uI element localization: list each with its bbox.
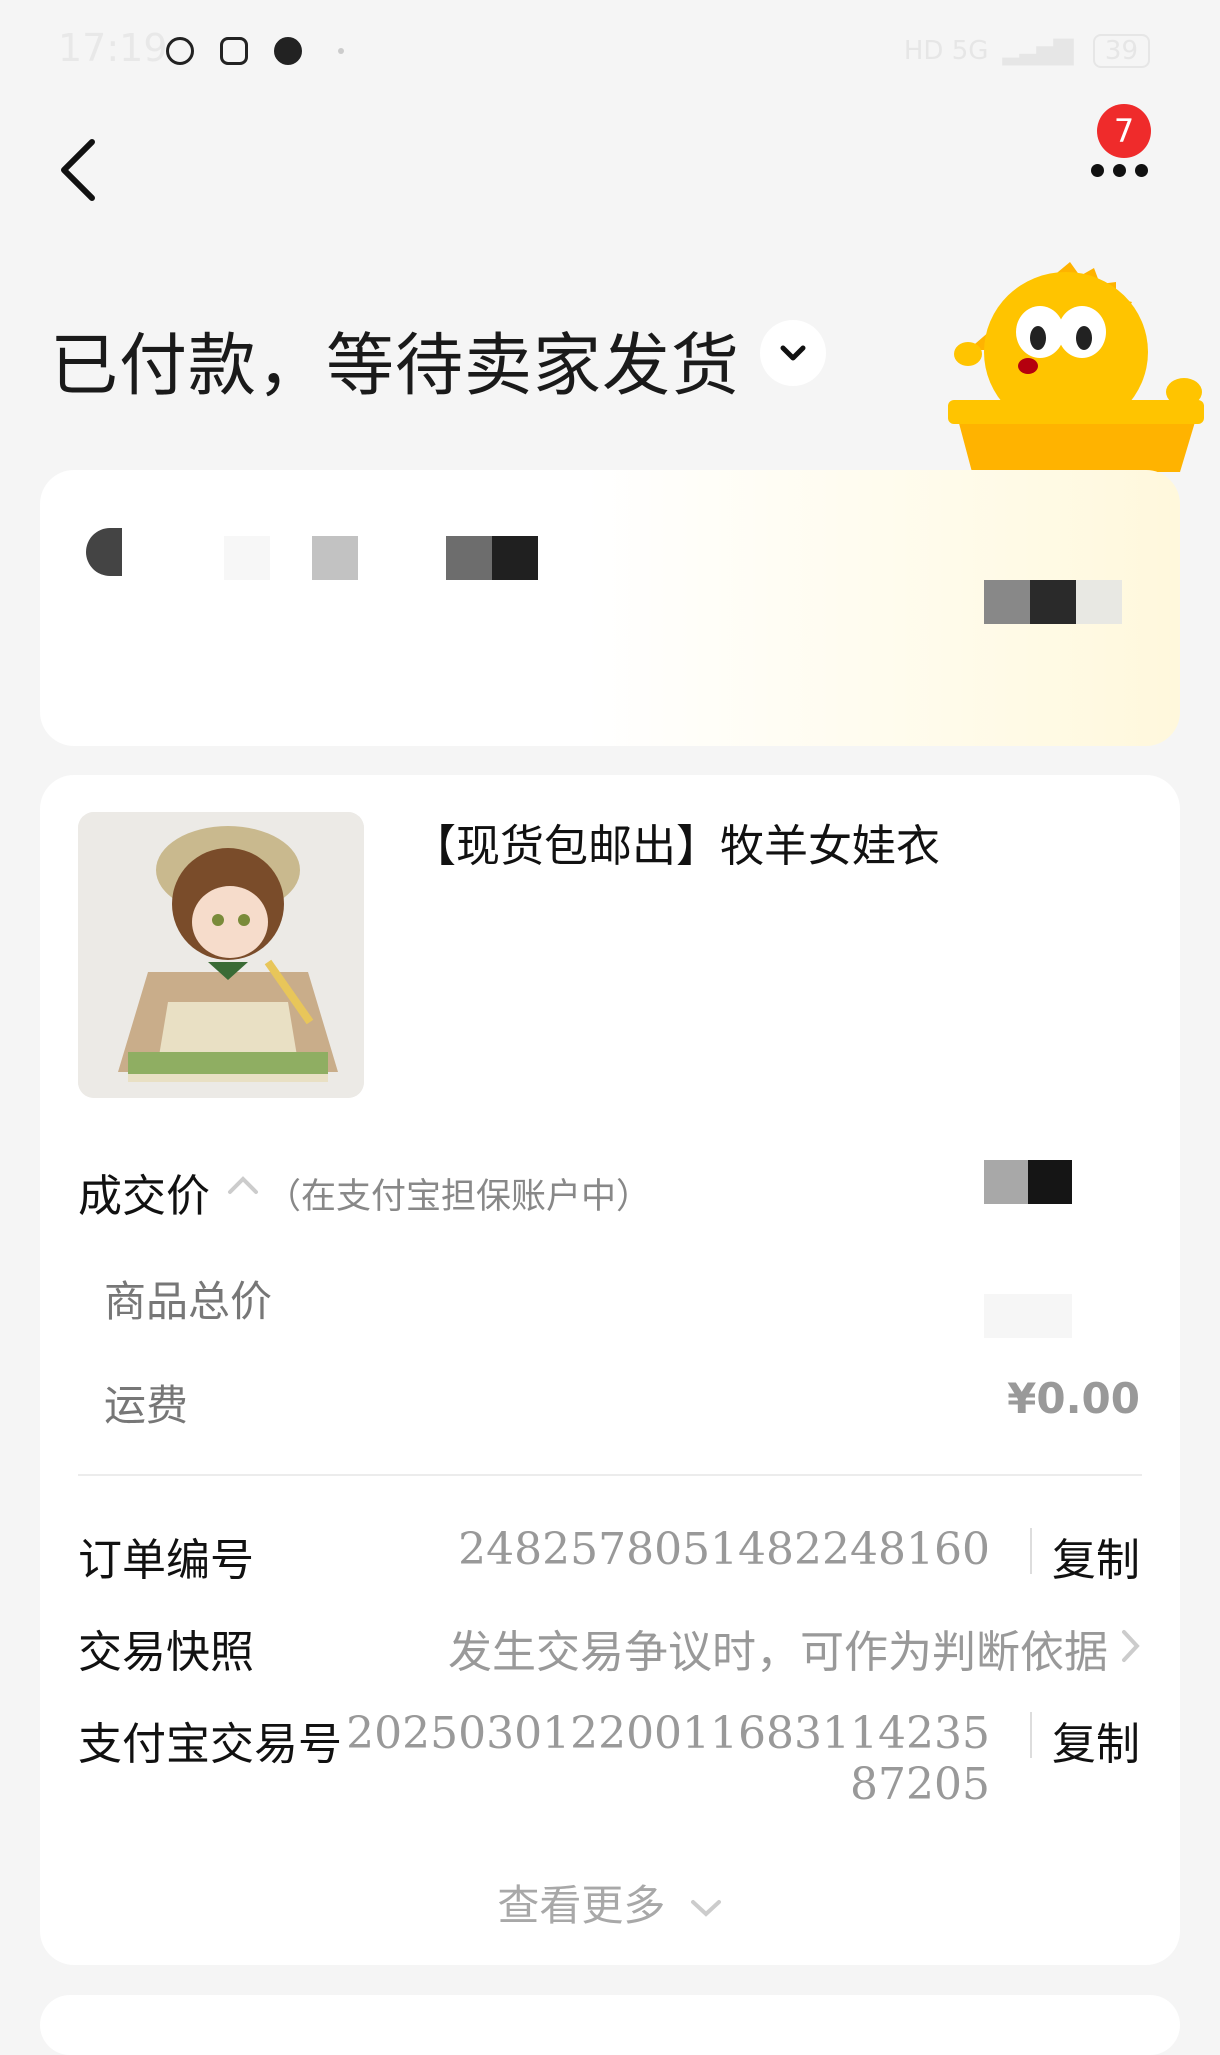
app-icon	[274, 37, 302, 65]
order-number-value: 2482578051482248160	[458, 1524, 990, 1575]
chevron-right-icon[interactable]	[1118, 1628, 1142, 1668]
snapshot-label: 交易快照	[78, 1627, 254, 1678]
order-number-label: 订单编号	[78, 1535, 254, 1586]
obscured-button	[1030, 580, 1076, 624]
status-expand-button[interactable]	[760, 320, 826, 386]
status-time: 17:19	[58, 26, 168, 70]
chevron-down-icon	[780, 345, 806, 361]
battery-icon: 39	[1092, 34, 1150, 68]
chevron-down-icon	[690, 1900, 721, 1917]
more-dot	[1135, 164, 1148, 177]
snapshot-value[interactable]: 发生交易争议时，可作为判断依据	[448, 1616, 1108, 1680]
network-indicator: HD 5G ▂▃▅▇ 39	[904, 34, 1150, 68]
status-bar: 17:19 HD 5G ▂▃▅▇ 39	[0, 0, 1220, 100]
obscured-text	[446, 536, 492, 580]
total-price-label: 商品总价	[104, 1277, 273, 1326]
obscured-text	[492, 536, 538, 580]
next-card	[40, 1995, 1180, 2055]
order-status-title: 已付款，等待卖家发货	[50, 327, 741, 406]
separator	[1030, 1712, 1032, 1758]
obscured-price	[1028, 1160, 1072, 1204]
back-button[interactable]	[52, 130, 112, 210]
more-notification-icon	[338, 48, 344, 54]
separator	[1030, 1528, 1032, 1574]
seller-info-card[interactable]	[40, 470, 1180, 746]
alipay-trade-value: 2025030122001168311423​5 87205	[346, 1708, 990, 1810]
obscured-button	[1076, 580, 1122, 624]
obscured-button[interactable]	[984, 580, 1030, 624]
shipping-label: 运费	[104, 1381, 189, 1430]
alipay-trade-value-line1: 2025030122001168311423​5	[346, 1708, 990, 1759]
chevron-up-icon[interactable]	[226, 1172, 260, 1202]
obscured-text	[312, 536, 358, 580]
see-more-button[interactable]: 查看更多	[0, 1872, 1220, 1933]
see-more-label: 查看更多	[497, 1881, 666, 1930]
alipay-trade-value-line2: 87205	[850, 1759, 990, 1810]
copy-order-number-button[interactable]: 复制	[1052, 1524, 1140, 1588]
deal-price-label: 成交价	[78, 1171, 210, 1222]
chevron-left-icon	[61, 139, 95, 201]
obscured-price	[984, 1160, 1028, 1204]
mascot-illustration	[948, 262, 1204, 472]
shipping-value: ¥0.00	[1007, 1374, 1140, 1423]
obscured-text	[224, 536, 270, 580]
clock-icon	[166, 37, 194, 65]
more-dots-icon	[1091, 164, 1104, 177]
alipay-trade-label: 支付宝交易号	[78, 1719, 342, 1770]
more-dot	[1113, 164, 1126, 177]
seller-logo-icon	[86, 528, 122, 576]
notification-badge: 7	[1097, 104, 1151, 158]
product-image[interactable]	[78, 812, 364, 1098]
divider	[78, 1474, 1142, 1476]
escrow-hint: （在支付宝担保账户中）	[266, 1177, 652, 1217]
obscured-total	[984, 1294, 1072, 1338]
copy-alipay-number-button[interactable]: 复制	[1052, 1708, 1140, 1772]
wechat-icon	[220, 37, 248, 65]
product-title[interactable]: 【现货包邮出】牧羊女娃衣	[412, 810, 940, 874]
